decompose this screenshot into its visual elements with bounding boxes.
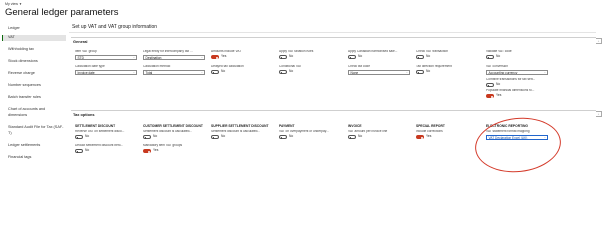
sidebar-item-vat[interactable]: VAT: [2, 35, 66, 41]
page-title: General ledger parameters: [5, 7, 119, 18]
page-header: My view▼ General ledger parameters: [0, 0, 602, 22]
populate-financial-dimensions-field: Populate financial dimensions fo... Yes: [486, 89, 556, 99]
deduct-settlement-discount-field: Deduct settlement discount befo... No: [75, 144, 145, 154]
calculation-date-type-select[interactable]: Invoice date ⌄: [75, 69, 137, 75]
apply-vat-taxation-rules-toggle[interactable]: No: [279, 54, 349, 60]
sidebar-item-stock-dimensions[interactable]: Stock dimensions: [2, 59, 66, 63]
sidebar-item-ledger[interactable]: Ledger: [2, 26, 66, 30]
general-fasttab-title: General: [73, 38, 88, 44]
sidebar-item-financial-tags[interactable]: Financial tags: [2, 155, 66, 159]
chevron-down-icon: ⌄: [543, 70, 546, 74]
reverse-vat-settlement-discount-toggle[interactable]: No: [75, 134, 145, 140]
customer-settlement-discount-calculated-field: Settlement discount is calculated... No: [143, 130, 213, 140]
check-vat-transaction-field: Check VAT transaction No: [416, 50, 486, 60]
chevron-down-icon: ▼: [18, 2, 22, 6]
settlement-discount-heading: SETTLEMENT DISCOUNT: [75, 124, 116, 128]
customer-settlement-discount-heading: CUSTOMER SETTLEMENT DISCOUNT: [143, 124, 203, 128]
calculation-method-select[interactable]: Total ⌄: [143, 69, 205, 75]
validate-vat-code-field: Validate VAT code No: [486, 50, 556, 60]
chevron-down-icon: ⌄: [200, 70, 203, 74]
tax-direction-requirement-field: Tax direction requirement No: [416, 65, 486, 75]
legal-entity-intercompany-tax-field: Legal entity for intercompany tax ... De…: [143, 50, 205, 60]
section-title: Set up VAT and VAT group information: [72, 24, 158, 30]
apply-canadian-harmonised-sales-toggle[interactable]: No: [348, 54, 418, 60]
item-vat-group-field: Item VAT group STD ⌄: [75, 50, 137, 60]
electronic-reporting-heading: ELECTRONIC REPORTING: [486, 124, 528, 128]
delayed-tax-calculation-field: Delayed tax calculation No: [211, 65, 281, 75]
payment-heading: PAYMENT: [279, 124, 295, 128]
reverse-vat-settlement-discount-field: Reverse VAT on settlement disco... No: [75, 130, 145, 140]
combine-transactions-toggle[interactable]: No: [486, 82, 556, 88]
tax-options-fasttab-title: Tax options: [73, 111, 95, 117]
chevron-down-icon: ⌄: [132, 55, 135, 59]
vat-conversion-field: VAT conversion Accounting currency ⌄: [486, 65, 548, 75]
vat-amount-per-invoice-line-field: VAT amount per invoice line No: [348, 130, 418, 140]
sidebar-item-saf-t-line2[interactable]: T): [2, 131, 66, 135]
supplier-settlement-discount-calculated-field: Settlement discount is calculated... No: [211, 130, 281, 140]
sidebar-item-number-sequences[interactable]: Number sequences: [2, 83, 66, 87]
vat-statement-format-mapping-field: VAT statement format mapping VAT Declara…: [486, 130, 548, 140]
vat-conversion-select[interactable]: Accounting currency ⌄: [486, 69, 548, 75]
special-report-heading: SPECIAL REPORT: [416, 124, 445, 128]
sidebar-item-batch-transfer-rules[interactable]: Batch transfer rules: [2, 95, 66, 99]
sidebar-item-withholding-tax[interactable]: Withholding tax: [2, 47, 66, 51]
mandatory-item-vat-groups-toggle[interactable]: Yes: [143, 148, 213, 154]
supplier-settlement-discount-calculated-toggle[interactable]: No: [211, 134, 281, 140]
legal-entity-intercompany-tax-select[interactable]: Destination ⌄: [143, 54, 205, 60]
amounts-include-vat-field: Amounts include VAT Yes: [211, 50, 281, 60]
collapse-icon[interactable]: ⌃: [596, 111, 602, 117]
check-vat-transaction-toggle[interactable]: No: [416, 54, 486, 60]
mandatory-item-vat-groups-field: Mandatory item VAT groups Yes: [143, 144, 213, 154]
my-view-dropdown[interactable]: My view▼: [5, 2, 22, 6]
invoice-heading: INVOICE: [348, 124, 362, 128]
vat-amount-per-invoice-line-toggle[interactable]: No: [348, 134, 418, 140]
calculation-date-type-field: Calculation date type Invoice date ⌄: [75, 65, 137, 75]
sidebar-item-reverse-charge[interactable]: Reverse charge: [2, 71, 66, 75]
vat-statement-format-mapping-select[interactable]: VAT Declaration Excel (UK) ⌄: [486, 134, 548, 140]
sidebar-item-ledger-settlements[interactable]: Ledger settlements: [2, 143, 66, 147]
chevron-down-icon: ⌄: [543, 135, 546, 139]
conditional-vat-field: Conditional VAT No: [279, 65, 349, 75]
item-vat-group-select[interactable]: STD ⌄: [75, 54, 137, 60]
validate-vat-code-toggle[interactable]: No: [486, 54, 556, 60]
include-corrections-field: Include corrections Yes: [416, 130, 486, 140]
combine-transactions-field: Combine transactions for tax sett... No: [486, 78, 556, 88]
vat-overpayment-field: VAT on overpayment or underpay... No: [279, 130, 349, 140]
conditional-vat-toggle[interactable]: No: [279, 69, 349, 75]
check-tax-code-select[interactable]: None ⌄: [348, 69, 410, 75]
supplier-settlement-discount-heading: SUPPLIER SETTLEMENT DISCOUNT: [211, 124, 269, 128]
chevron-down-icon: ⌄: [405, 70, 408, 74]
sidebar-item-chart-of-accounts-line2[interactable]: dimensions: [2, 113, 66, 117]
apply-canadian-harmonised-sales-field: Apply Canadian harmonised sale... No: [348, 50, 418, 60]
include-corrections-toggle[interactable]: Yes: [416, 134, 486, 140]
collapse-icon[interactable]: ⌃: [596, 38, 602, 44]
apply-vat-taxation-rules-field: Apply VAT taxation rules No: [279, 50, 349, 60]
vat-overpayment-toggle[interactable]: No: [279, 134, 349, 140]
tax-direction-requirement-toggle[interactable]: No: [416, 69, 486, 75]
calculation-method-field: Calculation method Total ⌄: [143, 65, 205, 75]
chevron-down-icon: ⌄: [132, 70, 135, 74]
main-content: Set up VAT and VAT group information Gen…: [69, 22, 602, 244]
sidebar-item-saf-t[interactable]: Standard Audit File for Tax (SAF-: [2, 125, 66, 129]
deduct-settlement-discount-toggle[interactable]: No: [75, 148, 145, 154]
customer-settlement-discount-calculated-toggle[interactable]: No: [143, 134, 213, 140]
tax-options-fasttab-header[interactable]: Tax options ⌃: [71, 110, 602, 117]
divider: [69, 32, 596, 33]
sidebar-item-chart-of-accounts[interactable]: Chart of accounts and: [2, 107, 66, 111]
populate-financial-dimensions-toggle[interactable]: Yes: [486, 93, 556, 99]
check-tax-code-field: Check tax code None ⌄: [348, 65, 410, 75]
chevron-down-icon: ⌄: [200, 55, 203, 59]
sidebar-nav: Ledger VAT Withholding tax Stock dimensi…: [2, 22, 66, 240]
amounts-include-vat-toggle[interactable]: Yes: [211, 54, 281, 60]
general-fasttab-header[interactable]: General ⌃: [71, 37, 602, 44]
delayed-tax-calculation-toggle[interactable]: No: [211, 69, 281, 75]
